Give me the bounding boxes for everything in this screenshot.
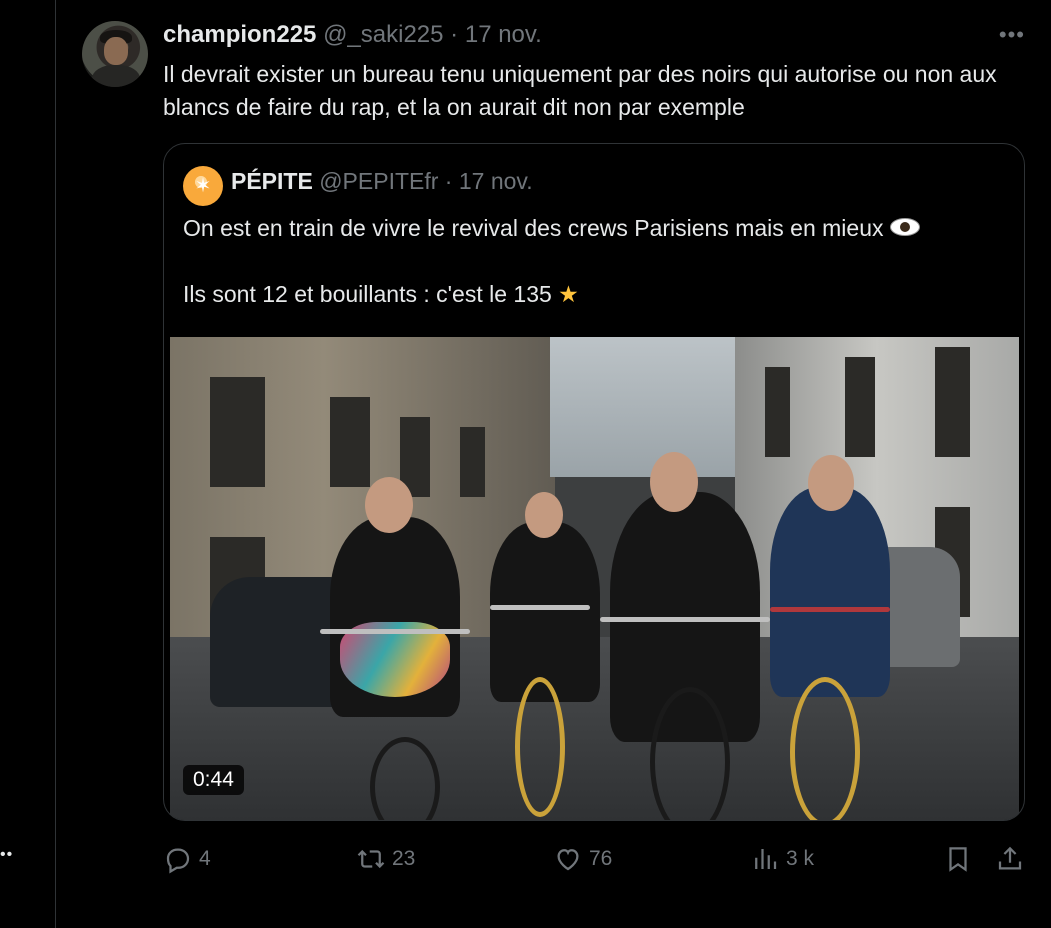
tweet-text: Il devrait exister un bureau tenu unique… — [163, 61, 997, 120]
video-frame-rider — [770, 487, 890, 697]
tweet[interactable]: champion225 @_saki225 · 17 nov. ••• Il d… — [56, 0, 1051, 894]
reply-button[interactable]: 4 — [163, 842, 211, 876]
repost-button[interactable]: 23 — [356, 842, 415, 876]
tweet-header: champion225 @_saki225 · 17 nov. — [163, 21, 542, 51]
bookmark-button[interactable] — [943, 842, 973, 876]
like-count: 76 — [589, 847, 613, 870]
left-rail: •• — [0, 0, 56, 928]
views-count: 3 k — [786, 847, 815, 870]
video-frame-rider — [490, 522, 600, 702]
more-options-icon[interactable]: ••• — [999, 22, 1025, 48]
reply-icon — [166, 848, 190, 874]
quote-separator: · — [444, 168, 453, 194]
views-button[interactable]: 3 k — [750, 842, 814, 876]
quote-display-name[interactable]: PÉPITE — [231, 168, 313, 194]
author-display-name[interactable]: champion225 — [163, 21, 316, 48]
action-bar: 4 23 76 3 k — [163, 842, 1033, 876]
more-dots-icon[interactable]: •• — [0, 846, 13, 864]
share-icon — [998, 846, 1022, 870]
views-icon — [755, 849, 777, 869]
separator: · — [450, 21, 459, 48]
reply-count: 4 — [199, 847, 211, 870]
quote-line-1: On est en train de vivre le revival des … — [183, 215, 884, 241]
bookmark-icon — [949, 847, 967, 872]
quote-line-2: Ils sont 12 et bouillants : c'est le 135 — [183, 281, 552, 307]
quote-text: On est en train de vivre le revival des … — [183, 212, 1003, 311]
repost-count: 23 — [392, 847, 416, 870]
quote-date[interactable]: 17 nov. — [459, 168, 533, 194]
share-button[interactable] — [995, 842, 1025, 876]
quote-avatar[interactable]: ✶ — [183, 166, 223, 206]
star-icon: ✶ — [194, 175, 212, 197]
quote-handle[interactable]: @PEPITEfr — [319, 168, 438, 194]
like-button[interactable]: 76 — [553, 842, 612, 876]
tweet-date[interactable]: 17 nov. — [465, 21, 542, 48]
video-duration: 0:44 — [183, 765, 244, 795]
author-handle[interactable]: @_saki225 — [323, 21, 443, 48]
video-player[interactable]: 0:44 — [170, 337, 1019, 820]
like-icon — [557, 849, 579, 871]
repost-icon — [357, 849, 385, 869]
eye-emoji-icon — [889, 217, 920, 236]
star-emoji-icon: ★ — [558, 281, 579, 307]
quoted-tweet[interactable]: ✶ PÉPITE @PEPITEfr · 17 nov. On est en t… — [163, 143, 1025, 821]
quote-header: PÉPITE @PEPITEfr · 17 nov. — [231, 168, 533, 195]
video-frame-sky — [550, 337, 760, 477]
avatar[interactable] — [82, 21, 148, 87]
